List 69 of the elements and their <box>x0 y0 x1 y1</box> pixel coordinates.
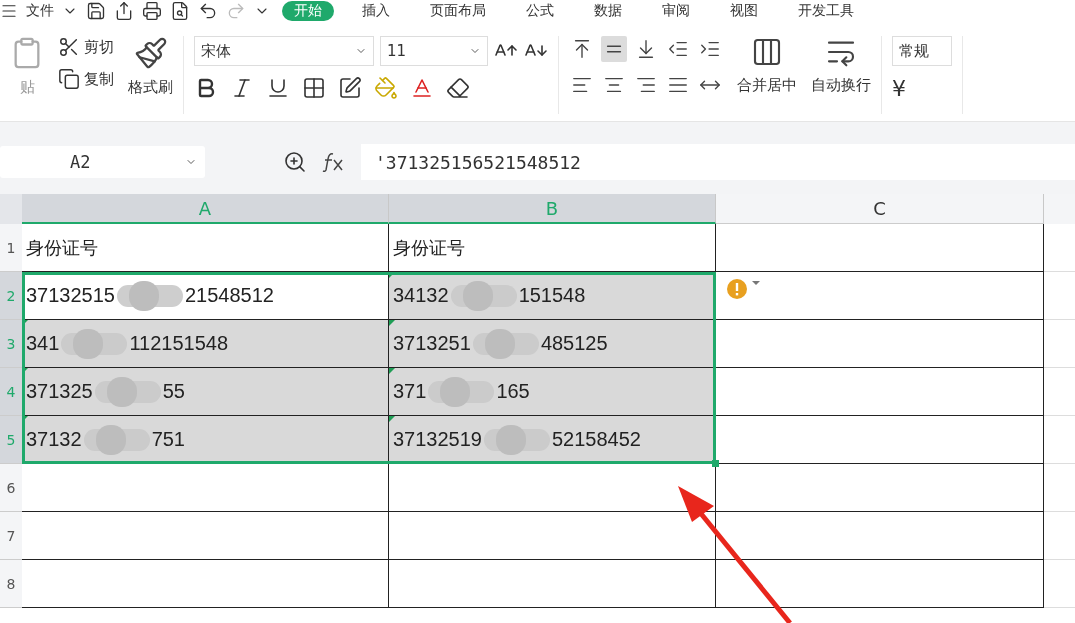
cell-text: 55 <box>162 380 185 403</box>
print-preview-icon[interactable] <box>170 1 190 21</box>
cell-text: 371 <box>393 380 427 403</box>
paintbrush-icon[interactable] <box>133 36 168 70</box>
align-middle-button[interactable] <box>601 36 627 62</box>
blur-smudge <box>482 422 552 457</box>
row-header[interactable]: 8 <box>0 560 22 608</box>
format-painter-button[interactable]: 格式刷 <box>128 78 173 97</box>
scissors-icon[interactable] <box>58 36 80 58</box>
cell-style-icon[interactable] <box>338 76 362 100</box>
cell-text: 112151548 <box>129 332 228 355</box>
cell-text: 165 <box>496 380 530 403</box>
blur-smudge <box>92 374 163 409</box>
blur-smudge <box>59 326 130 361</box>
ribbon-tab[interactable]: 页面布局 <box>418 1 498 21</box>
cell-text: 751 <box>151 428 185 451</box>
blur-smudge <box>470 326 541 361</box>
menu-icon[interactable] <box>0 2 18 20</box>
ribbon-tab[interactable]: 视图 <box>718 1 770 21</box>
fill-color-icon[interactable] <box>374 76 398 100</box>
blur-smudge <box>115 278 185 313</box>
export-icon[interactable] <box>114 1 134 21</box>
cell-text: 37132515 <box>26 284 115 307</box>
cell-text: 21548512 <box>185 284 274 307</box>
cell-text: 34132 <box>393 284 449 307</box>
eraser-icon[interactable] <box>446 76 470 100</box>
cell-text: 485125 <box>540 332 608 355</box>
file-menu[interactable]: 文件 <box>26 2 54 20</box>
ribbon-tab[interactable]: 数据 <box>582 1 634 21</box>
cell-text: 3713251 <box>393 332 471 355</box>
cell-text: 341 <box>26 332 60 355</box>
cell-text: 371325 <box>26 380 93 403</box>
row-header[interactable]: 1 <box>0 224 22 272</box>
number-format-field[interactable]: 常规 <box>892 36 952 66</box>
border-icon[interactable] <box>302 76 326 100</box>
undo-icon[interactable] <box>198 1 218 21</box>
underline-icon[interactable] <box>266 76 290 100</box>
row-header[interactable]: 7 <box>0 512 22 560</box>
cut-button[interactable]: 剪切 <box>58 36 114 58</box>
blur-smudge <box>426 374 497 409</box>
ribbon-tab[interactable]: 插入 <box>350 1 402 21</box>
ribbon-tab[interactable]: 公式 <box>514 1 566 21</box>
cell-text: 151548 <box>518 284 586 307</box>
cell-text: 37132519 <box>393 428 482 451</box>
print-icon[interactable] <box>142 1 162 21</box>
font-color-icon[interactable] <box>410 76 434 100</box>
currency-button[interactable]: ¥ <box>892 76 952 101</box>
zoom-icon[interactable] <box>283 150 307 174</box>
blur-smudge <box>448 278 519 313</box>
formula-field[interactable]: '371325156521548512 <box>361 144 1075 180</box>
copy-icon[interactable] <box>58 68 80 90</box>
ribbon-tab[interactable]: 开发工具 <box>786 1 866 21</box>
fill-handle[interactable] <box>712 460 719 467</box>
column-header[interactable]: C <box>716 194 1044 224</box>
cell-text: 52158452 <box>552 428 641 451</box>
merge-cells-icon[interactable] <box>751 36 783 68</box>
blur-smudge <box>81 422 152 457</box>
row-header[interactable]: 6 <box>0 464 22 512</box>
cell-text: 身份证号 <box>26 236 98 260</box>
name-box[interactable]: A2 <box>0 146 205 178</box>
ribbon-tab[interactable]: 审阅 <box>650 1 702 21</box>
font-size-field[interactable]: 11 <box>380 36 488 66</box>
merge-center-button[interactable]: 合并居中 <box>737 76 797 95</box>
wrap-text-button[interactable]: 自动换行 <box>811 76 871 95</box>
save-icon[interactable] <box>86 1 106 21</box>
copy-button[interactable]: 复制 <box>58 68 114 90</box>
cell-text: 身份证号 <box>393 236 465 260</box>
cell-text: 37132 <box>26 428 82 451</box>
font-name-field[interactable]: 宋体 <box>194 36 374 66</box>
